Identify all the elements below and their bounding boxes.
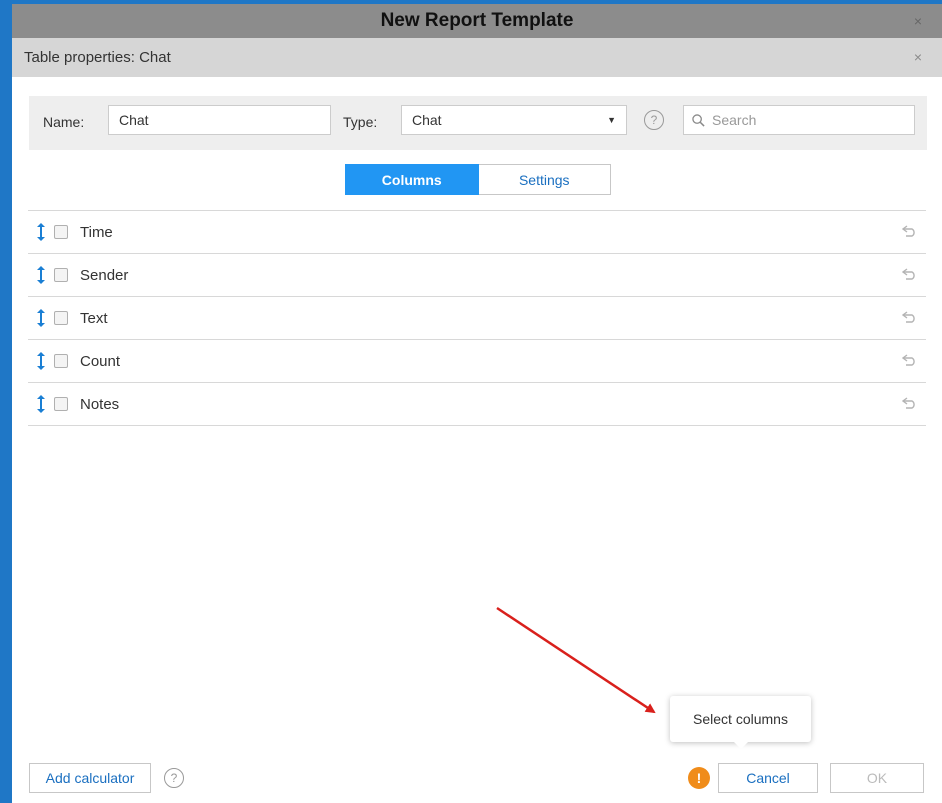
drag-handle-icon[interactable] xyxy=(34,394,48,414)
dialog-header: Table properties: Chat × xyxy=(12,38,942,77)
drag-handle-icon[interactable] xyxy=(34,222,48,242)
window-title: New Report Template xyxy=(380,10,574,31)
drag-handle-icon[interactable] xyxy=(34,308,48,328)
column-row-sender: Sender xyxy=(28,254,926,297)
window-titlebar: New Report Template × xyxy=(12,4,942,38)
table-properties-dialog: Table properties: Chat × Name: Type: Cha… xyxy=(12,38,942,803)
tooltip-tail xyxy=(734,742,748,749)
tooltip-text: Select columns xyxy=(693,711,788,727)
column-label: Notes xyxy=(80,395,120,413)
type-select-value: Chat xyxy=(412,112,442,128)
add-calculator-button[interactable]: Add calculator xyxy=(29,763,151,793)
chevron-down-icon: ▼ xyxy=(607,115,616,125)
column-checkbox[interactable] xyxy=(54,354,68,368)
column-row-time: Time xyxy=(28,211,926,254)
filter-bar: Name: Type: Chat ▼ ? xyxy=(29,96,927,150)
view-tabs: Columns Settings xyxy=(345,164,611,195)
dialog-close-icon[interactable]: × xyxy=(914,49,922,65)
column-label: Text xyxy=(80,309,108,327)
column-checkbox[interactable] xyxy=(54,311,68,325)
window-close-icon[interactable]: × xyxy=(914,13,922,29)
column-checkbox[interactable] xyxy=(54,225,68,239)
warning-icon[interactable]: ! xyxy=(688,767,710,789)
column-checkbox[interactable] xyxy=(54,268,68,282)
calculator-help-icon[interactable]: ? xyxy=(164,768,184,788)
undo-icon[interactable] xyxy=(901,224,918,242)
column-checkbox[interactable] xyxy=(54,397,68,411)
ok-button[interactable]: OK xyxy=(830,763,924,793)
type-label: Type: xyxy=(343,114,378,130)
column-row-notes: Notes xyxy=(28,383,926,426)
column-row-count: Count xyxy=(28,340,926,383)
drag-handle-icon[interactable] xyxy=(34,265,48,285)
tab-settings[interactable]: Settings xyxy=(478,164,611,195)
name-label: Name: xyxy=(43,114,85,130)
search-field[interactable] xyxy=(683,105,915,135)
columns-list: Time Sender Text Count Notes xyxy=(28,210,926,426)
type-help-icon[interactable]: ? xyxy=(644,110,664,130)
column-label: Sender xyxy=(80,266,129,284)
undo-icon[interactable] xyxy=(901,267,918,285)
column-row-text: Text xyxy=(28,297,926,340)
column-label: Time xyxy=(80,223,113,241)
dialog-title: Table properties: Chat xyxy=(24,49,171,66)
search-icon xyxy=(692,113,705,127)
undo-icon[interactable] xyxy=(901,396,918,414)
tab-columns[interactable]: Columns xyxy=(345,164,479,195)
drag-handle-icon[interactable] xyxy=(34,351,48,371)
undo-icon[interactable] xyxy=(901,310,918,328)
search-input[interactable] xyxy=(710,111,904,129)
type-select[interactable]: Chat ▼ xyxy=(401,105,627,135)
name-input[interactable] xyxy=(108,105,331,135)
cancel-button[interactable]: Cancel xyxy=(718,763,818,793)
column-label: Count xyxy=(80,352,121,370)
select-columns-tooltip: Select columns xyxy=(670,696,811,749)
undo-icon[interactable] xyxy=(901,353,918,371)
